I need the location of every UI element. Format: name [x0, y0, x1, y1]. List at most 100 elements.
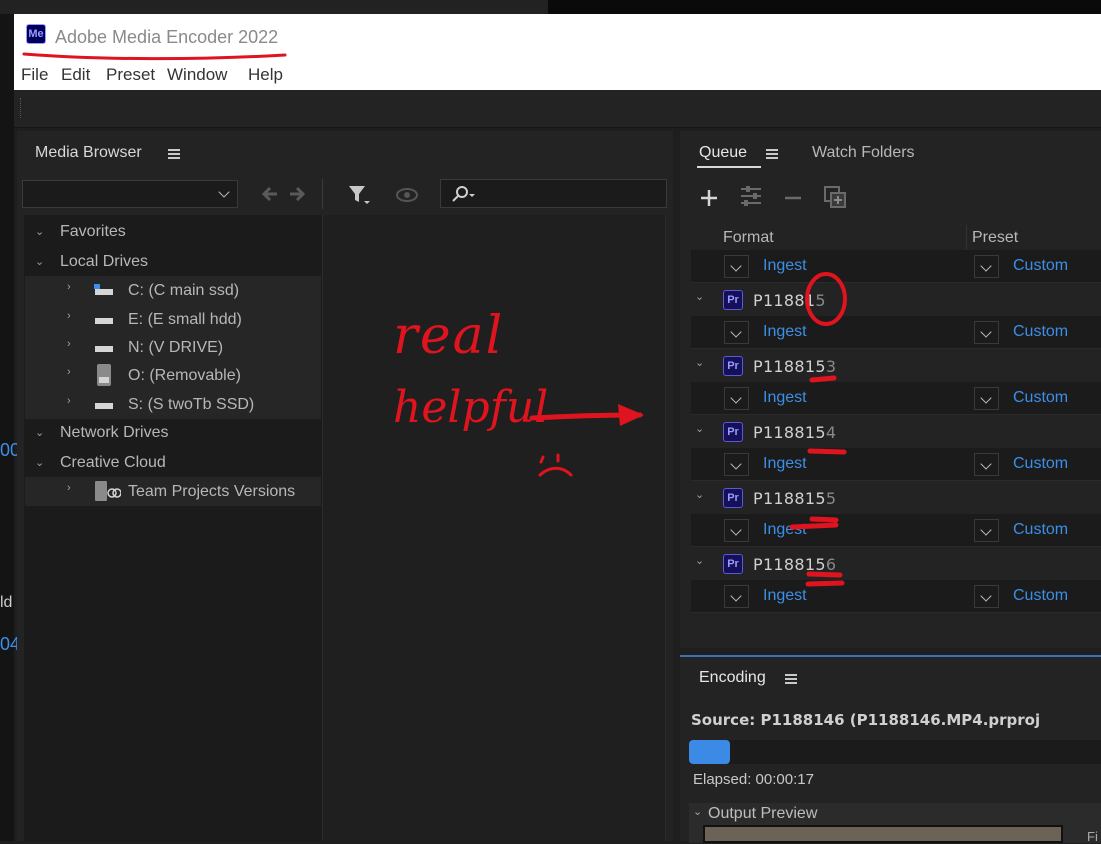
menu-window[interactable]: Window	[167, 65, 227, 85]
preset-dropdown[interactable]	[974, 453, 999, 476]
filter-icon[interactable]	[347, 184, 371, 206]
queue-menu-icon[interactable]	[766, 149, 778, 159]
preset-link[interactable]: Custom	[1013, 389, 1068, 407]
format-dropdown[interactable]	[724, 321, 749, 344]
preset-dropdown[interactable]	[974, 585, 999, 608]
search-input[interactable]	[440, 179, 667, 208]
queue-item[interactable]: ⌄ Pr P118815	[691, 283, 1101, 316]
queue-output-row[interactable]: Ingest Custom	[691, 448, 1101, 481]
top-background-dark	[548, 0, 1101, 14]
forward-arrow-icon[interactable]	[288, 184, 308, 204]
tree-item-label: N: (V DRIVE)	[128, 339, 224, 356]
tab-encoding[interactable]: Encoding	[699, 669, 766, 687]
chevron-down-icon[interactable]: ⌄	[693, 805, 702, 818]
handwritten-annotation-line1: real	[393, 306, 505, 366]
format-dropdown[interactable]	[724, 387, 749, 410]
progress-fill	[689, 740, 731, 764]
format-link[interactable]: Ingest	[763, 389, 807, 407]
preset-link[interactable]: Custom	[1013, 455, 1068, 473]
queue-item[interactable]: ⌄ Pr P1188153	[691, 349, 1101, 382]
background-fragment-2: ld	[0, 594, 13, 611]
tree-item-local-drives[interactable]: ⌄ Local Drives	[25, 247, 321, 276]
column-preset-header[interactable]: Preset	[972, 229, 1018, 247]
tab-watch-folders[interactable]: Watch Folders	[812, 144, 915, 162]
tree-item-drive-e[interactable]: › E: (E small hdd)	[25, 305, 321, 334]
preset-link[interactable]: Custom	[1013, 587, 1068, 605]
drive-icon	[95, 318, 113, 324]
menu-edit[interactable]: Edit	[61, 65, 90, 85]
drive-icon	[94, 284, 113, 295]
media-browser-tab[interactable]: Media Browser	[35, 144, 142, 162]
chevron-down-icon: ⌄	[695, 489, 705, 501]
format-dropdown[interactable]	[724, 519, 749, 542]
queue-item[interactable]: ⌄ Pr P1188156	[691, 547, 1101, 580]
team-projects-icon	[95, 481, 121, 501]
queue-item-name: P1188154	[753, 423, 837, 442]
media-browser-menu-icon[interactable]	[168, 149, 180, 159]
format-dropdown[interactable]	[724, 453, 749, 476]
preset-dropdown[interactable]	[974, 255, 999, 278]
preset-settings-icon[interactable]	[738, 185, 764, 209]
format-link[interactable]: Ingest	[763, 257, 807, 275]
tree-item-drive-s[interactable]: › S: (S twoTb SSD)	[25, 390, 321, 419]
chevron-right-icon: ›	[67, 281, 71, 293]
preview-info-text: Fi	[1087, 829, 1098, 844]
encoding-menu-icon[interactable]	[785, 674, 797, 684]
tree-item-creative-cloud[interactable]: ⌄ Creative Cloud	[25, 448, 321, 477]
format-link[interactable]: Ingest	[763, 521, 807, 539]
column-divider[interactable]	[966, 225, 967, 251]
preset-link[interactable]: Custom	[1013, 257, 1068, 275]
queue-column-header: Format Preset	[691, 223, 1101, 253]
menu-preset[interactable]: Preset	[106, 65, 155, 85]
encoding-progress-bar	[689, 740, 1101, 764]
preset-link[interactable]: Custom	[1013, 323, 1068, 341]
tree-item-drive-o[interactable]: › O: (Removable)	[25, 361, 321, 390]
location-dropdown[interactable]	[22, 180, 238, 208]
menu-help[interactable]: Help	[248, 65, 283, 85]
menu-file[interactable]: File	[21, 65, 48, 85]
format-link[interactable]: Ingest	[763, 455, 807, 473]
chevron-right-icon: ›	[67, 482, 71, 494]
remove-icon[interactable]	[784, 189, 802, 207]
tree-item-label: O: (Removable)	[128, 367, 241, 384]
format-dropdown[interactable]	[724, 255, 749, 278]
chevron-down-icon: ⌄	[695, 423, 705, 435]
tree-item-label: Team Projects Versions	[128, 483, 296, 500]
tree-item-network-drives[interactable]: ⌄ Network Drives	[25, 418, 321, 447]
preset-dropdown[interactable]	[974, 321, 999, 344]
format-link[interactable]: Ingest	[763, 323, 807, 341]
duplicate-icon[interactable]	[823, 185, 847, 209]
tree-item-favorites[interactable]: ⌄ Favorites	[25, 217, 321, 246]
queue-item[interactable]: ⌄ Pr P1188154	[691, 415, 1101, 448]
preset-link[interactable]: Custom	[1013, 521, 1068, 539]
format-link[interactable]: Ingest	[763, 587, 807, 605]
tree-item-team-projects[interactable]: › Team Projects Versions	[25, 477, 321, 506]
queue-item[interactable]: ⌄ Pr P1188155	[691, 481, 1101, 514]
queue-output-row[interactable]: Ingest Custom	[691, 514, 1101, 547]
active-tab-underline	[697, 166, 761, 168]
preset-dropdown[interactable]	[974, 519, 999, 542]
queue-output-row[interactable]: Ingest Custom	[691, 382, 1101, 415]
column-format-header[interactable]: Format	[723, 229, 774, 247]
queue-output-row[interactable]: Ingest Custom	[691, 580, 1101, 613]
queue-output-row[interactable]: Ingest Custom	[691, 250, 1101, 283]
tree-item-drive-n[interactable]: › N: (V DRIVE)	[25, 333, 321, 362]
eye-icon[interactable]	[395, 186, 419, 204]
tab-queue[interactable]: Queue	[699, 144, 747, 162]
workspace-toolbar	[14, 90, 1101, 128]
tree-item-drive-c[interactable]: › C: (C main ssd)	[25, 276, 321, 305]
drive-icon	[95, 346, 113, 352]
back-arrow-icon[interactable]	[259, 184, 279, 204]
output-preview-label[interactable]: Output Preview	[708, 805, 817, 823]
output-preview-section: ⌄ Output Preview Fi	[689, 803, 1101, 844]
queue-item-name: P118815	[753, 291, 826, 310]
toolbar-grip[interactable]	[20, 98, 22, 118]
encoding-source: Source: P1188146 (P1188146.MP4.prproj	[691, 711, 1041, 729]
chevron-down-icon: ⌄	[695, 555, 705, 567]
preset-dropdown[interactable]	[974, 387, 999, 410]
add-source-icon[interactable]	[700, 189, 718, 207]
queue-output-row[interactable]: Ingest Custom	[691, 316, 1101, 349]
format-dropdown[interactable]	[724, 585, 749, 608]
chevron-right-icon: ›	[67, 395, 71, 407]
chevron-down-icon: ⌄	[695, 291, 705, 303]
